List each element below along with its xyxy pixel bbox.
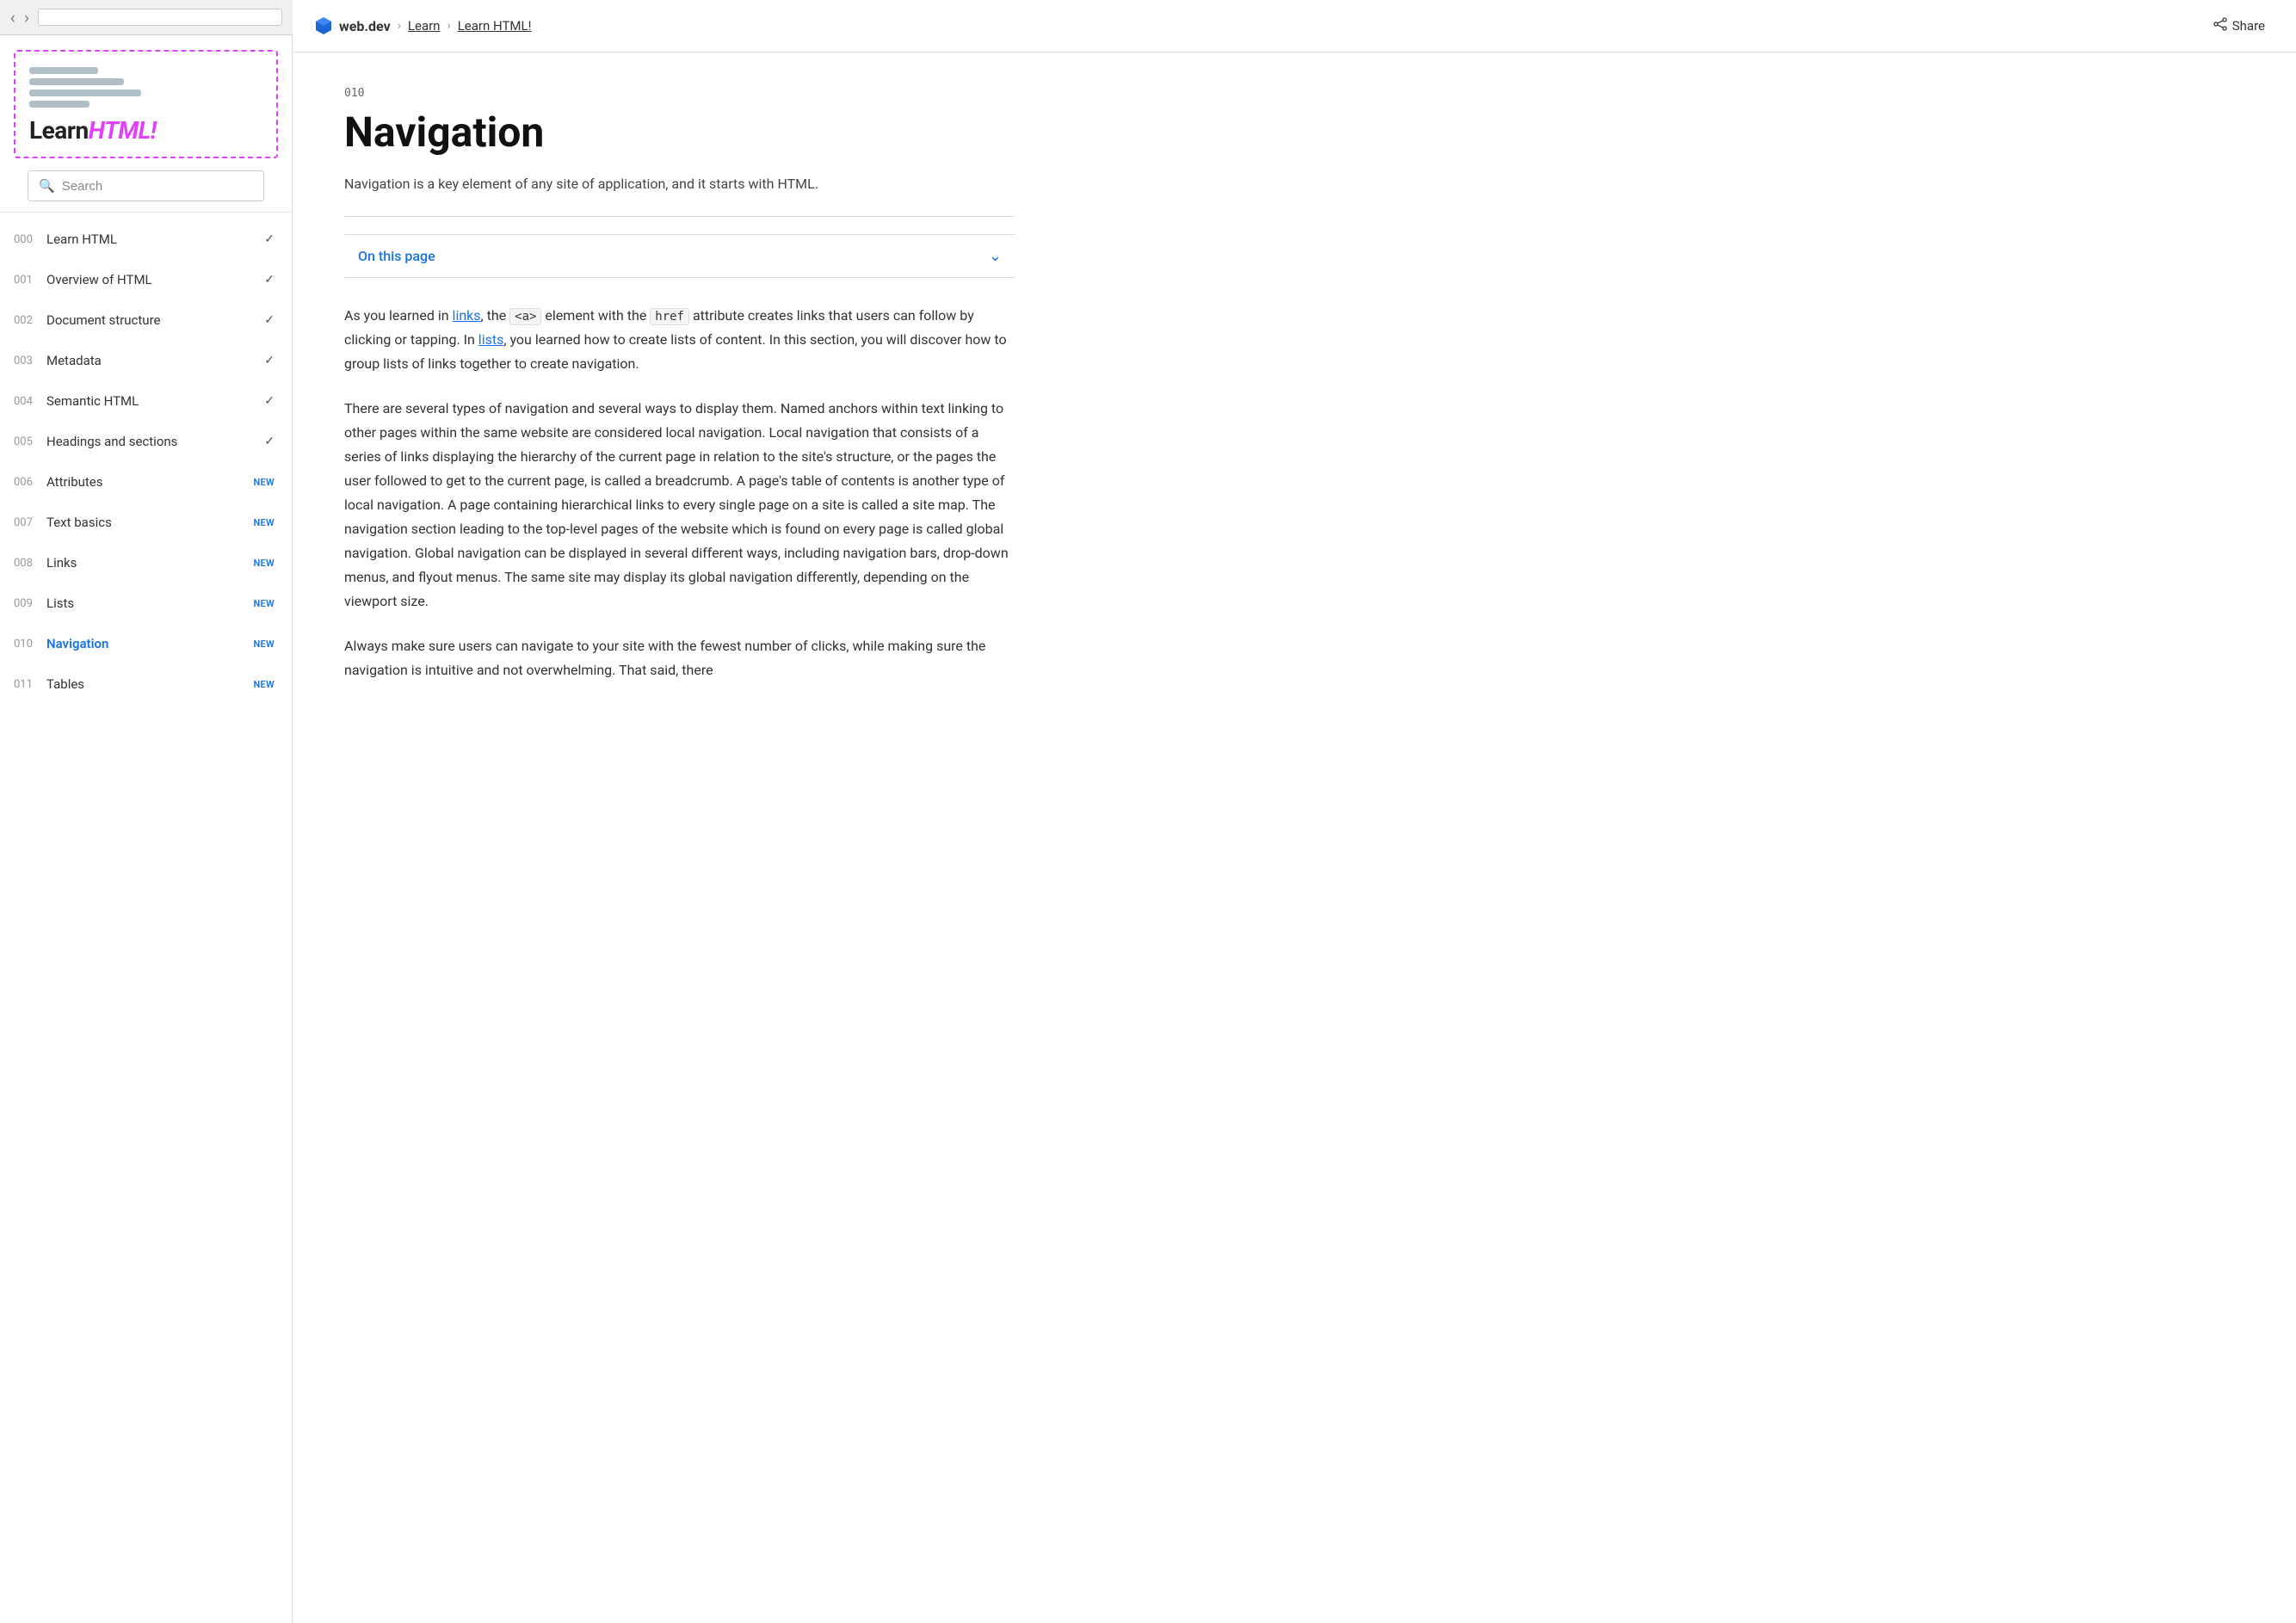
breadcrumb-current[interactable]: Learn HTML! xyxy=(458,18,532,34)
href-attribute-code: href xyxy=(650,308,689,325)
new-badge-008: NEW xyxy=(253,558,275,569)
divider-top xyxy=(344,216,1015,217)
nav-item-004[interactable]: 004 Semantic HTML ✓ xyxy=(0,381,292,422)
breadcrumb-sep-2: › xyxy=(447,19,450,33)
nav-item-003[interactable]: 003 Metadata ✓ xyxy=(0,341,292,381)
share-button[interactable]: Share xyxy=(2203,12,2275,40)
back-arrow-icon[interactable]: ‹ xyxy=(10,7,15,28)
content-area: 010 Navigation Navigation is a key eleme… xyxy=(293,52,1067,1623)
lists-link[interactable]: lists xyxy=(478,331,504,348)
search-box[interactable]: 🔍 xyxy=(28,170,264,201)
links-link[interactable]: links xyxy=(453,307,481,324)
nav-item-001[interactable]: 001 Overview of HTML ✓ xyxy=(0,260,292,300)
check-icon-003: ✓ xyxy=(264,354,275,367)
new-badge-007: NEW xyxy=(253,517,275,528)
sidebar-logo-title: LearnHTML! xyxy=(29,116,157,145)
nav-item-000[interactable]: 000 Learn HTML ✓ xyxy=(0,219,292,260)
breadcrumb-sep-1: › xyxy=(398,19,401,33)
check-icon-000: ✓ xyxy=(264,232,275,246)
a-element-code: <a> xyxy=(509,308,541,325)
new-badge-011: NEW xyxy=(253,679,275,690)
nav-item-011[interactable]: 011 Tables NEW xyxy=(0,664,292,705)
site-name[interactable]: web.dev xyxy=(339,18,391,34)
lesson-title: Navigation xyxy=(344,108,1015,156)
check-icon-002: ✓ xyxy=(264,313,275,327)
content-paragraph-2: There are several types of navigation an… xyxy=(344,397,1015,614)
nav-item-005[interactable]: 005 Headings and sections ✓ xyxy=(0,422,292,462)
lesson-subtitle: Navigation is a key element of any site … xyxy=(344,173,1015,195)
new-badge-006: NEW xyxy=(253,477,275,488)
breadcrumb: web.dev › Learn › Learn HTML! xyxy=(313,15,531,36)
site-logo[interactable]: web.dev xyxy=(313,15,391,36)
check-icon-005: ✓ xyxy=(264,435,275,448)
chevron-down-icon: ⌄ xyxy=(989,247,1002,265)
nav-item-008[interactable]: 008 Links NEW xyxy=(0,543,292,583)
nav-list: 000 Learn HTML ✓ 001 Overview of HTML ✓ … xyxy=(0,213,292,1623)
new-badge-010: NEW xyxy=(253,639,275,650)
check-icon-001: ✓ xyxy=(264,273,275,287)
nav-item-006[interactable]: 006 Attributes NEW xyxy=(0,462,292,503)
share-label: Share xyxy=(2232,18,2265,34)
webdev-logo-icon xyxy=(313,15,334,36)
search-icon: 🔍 xyxy=(39,178,55,194)
new-badge-009: NEW xyxy=(253,598,275,609)
content-paragraph-1: As you learned in links, the <a> element… xyxy=(344,304,1015,376)
nav-item-009[interactable]: 009 Lists NEW xyxy=(0,583,292,624)
on-this-page-toggle[interactable]: On this page ⌄ xyxy=(344,234,1015,278)
nav-item-007[interactable]: 007 Text basics NEW xyxy=(0,503,292,543)
check-icon-004: ✓ xyxy=(264,394,275,408)
nav-item-010[interactable]: 010 Navigation NEW xyxy=(0,624,292,664)
top-bar: web.dev › Learn › Learn HTML! Share xyxy=(293,0,2296,52)
content-paragraph-3: Always make sure users can navigate to y… xyxy=(344,634,1015,682)
breadcrumb-learn[interactable]: Learn xyxy=(408,18,441,34)
on-this-page-label: On this page xyxy=(358,248,435,264)
nav-item-002[interactable]: 002 Document structure ✓ xyxy=(0,300,292,341)
share-icon xyxy=(2213,17,2227,34)
forward-arrow-icon[interactable]: › xyxy=(24,7,29,28)
search-input[interactable] xyxy=(62,179,253,194)
lesson-number: 010 xyxy=(344,87,1015,100)
